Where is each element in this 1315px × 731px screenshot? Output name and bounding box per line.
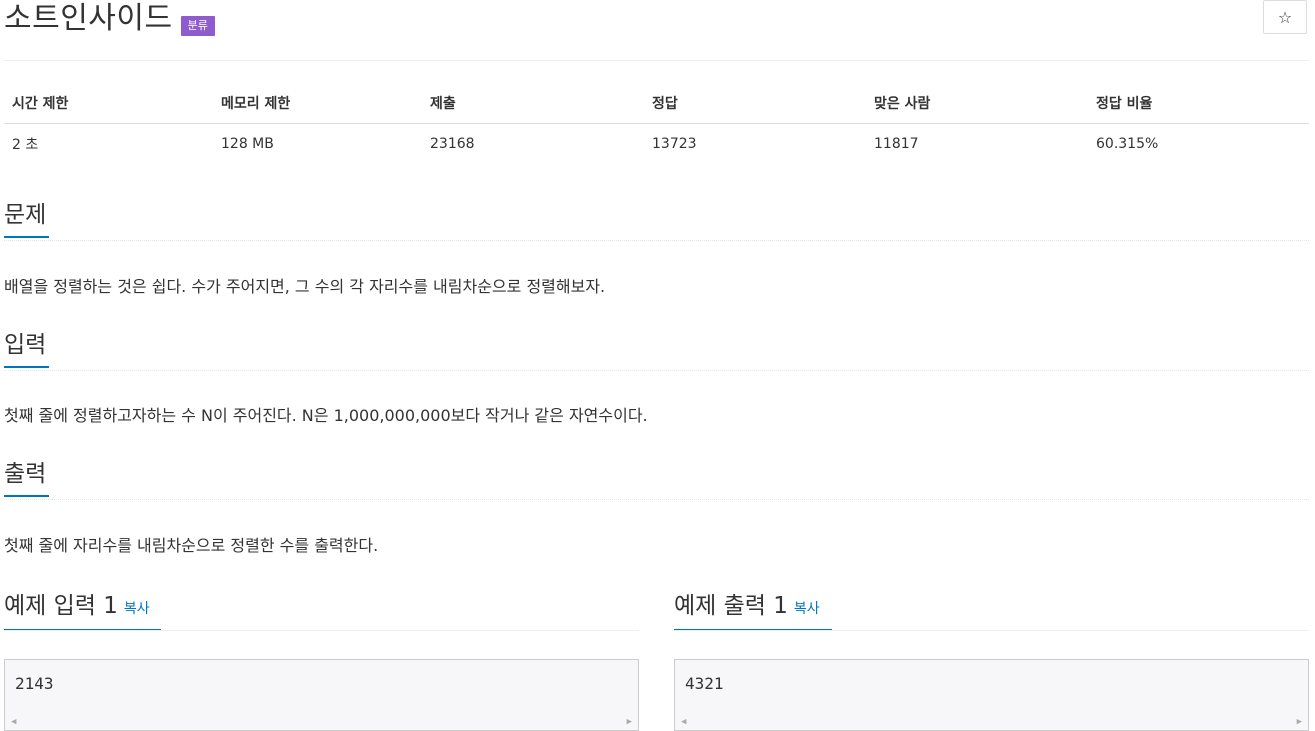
sample-output-value: 4321	[685, 674, 724, 693]
input-divider	[4, 370, 1309, 371]
info-table: 시간 제한 메모리 제한 제출 정답 맞은 사람 정답 비율 2 초 128 M…	[4, 82, 1309, 164]
problem-divider	[4, 240, 1309, 241]
category-badge[interactable]: 분류	[180, 16, 215, 36]
problem-title: 소트인사이드	[4, 1, 173, 36]
sample-input-title: 예제 입력 1	[4, 593, 118, 619]
sample-output-box[interactable]: 4321 ◀ ▶	[674, 659, 1309, 731]
sample-input-heading: 예제 입력 1 복사	[4, 591, 150, 624]
header-accepted: 정답	[644, 82, 866, 124]
info-value-row: 2 초 128 MB 23168 13723 11817 60.315%	[4, 124, 1309, 165]
problem-heading-text: 문제	[4, 202, 47, 228]
sample-output-title: 예제 출력 1	[674, 593, 788, 619]
output-heading-text: 출력	[4, 461, 47, 487]
input-heading-underline	[4, 366, 49, 368]
value-ratio: 60.315%	[1096, 136, 1159, 152]
header-time-limit: 시간 제한	[4, 82, 213, 124]
input-description: 첫째 줄에 정렬하고자하는 수 N이 주어진다. N은 1,000,000,00…	[4, 406, 648, 425]
header-memory-limit: 메모리 제한	[213, 82, 422, 124]
copy-output-button[interactable]: 복사	[794, 601, 820, 617]
header-solvers: 맞은 사람	[866, 82, 1088, 124]
problem-description: 배열을 정렬하는 것은 쉽다. 수가 주어지면, 그 수의 각 자리수를 내림차…	[4, 277, 606, 296]
star-icon: ☆	[1277, 7, 1293, 27]
input-heading: 입력	[4, 330, 49, 368]
input-heading-text: 입력	[4, 332, 47, 358]
problem-heading: 문제	[4, 200, 49, 238]
favorite-button[interactable]: ☆	[1263, 0, 1307, 34]
scroll-left-icon[interactable]: ◀	[681, 717, 686, 727]
copy-input-button[interactable]: 복사	[124, 601, 150, 617]
sample-input-value: 2143	[15, 674, 54, 693]
scroll-right-icon[interactable]: ▶	[1297, 717, 1302, 727]
info-header-row: 시간 제한 메모리 제한 제출 정답 맞은 사람 정답 비율	[4, 82, 1309, 124]
header-ratio: 정답 비율	[1088, 82, 1309, 124]
scroll-left-icon[interactable]: ◀	[11, 717, 16, 727]
output-heading-underline	[4, 495, 49, 497]
title-divider	[4, 60, 1309, 61]
output-description: 첫째 줄에 자리수를 내림차순으로 정렬한 수를 출력한다.	[4, 536, 379, 555]
sample-input-box[interactable]: 2143 ◀ ▶	[4, 659, 639, 731]
sample-input-divider	[4, 630, 639, 631]
value-submissions: 23168	[430, 136, 475, 152]
header-submissions: 제출	[422, 82, 644, 124]
output-divider	[4, 499, 1309, 500]
value-time-limit: 2 초	[12, 137, 39, 153]
title-row: 소트인사이드 분류	[4, 0, 215, 38]
sample-output-heading: 예제 출력 1 복사	[674, 591, 820, 624]
value-memory-limit: 128 MB	[221, 136, 274, 152]
value-accepted: 13723	[652, 136, 697, 152]
output-heading: 출력	[4, 459, 49, 497]
value-solvers: 11817	[874, 136, 919, 152]
sample-output-divider	[674, 630, 1309, 631]
problem-heading-underline	[4, 236, 49, 238]
scroll-right-icon[interactable]: ▶	[627, 717, 632, 727]
